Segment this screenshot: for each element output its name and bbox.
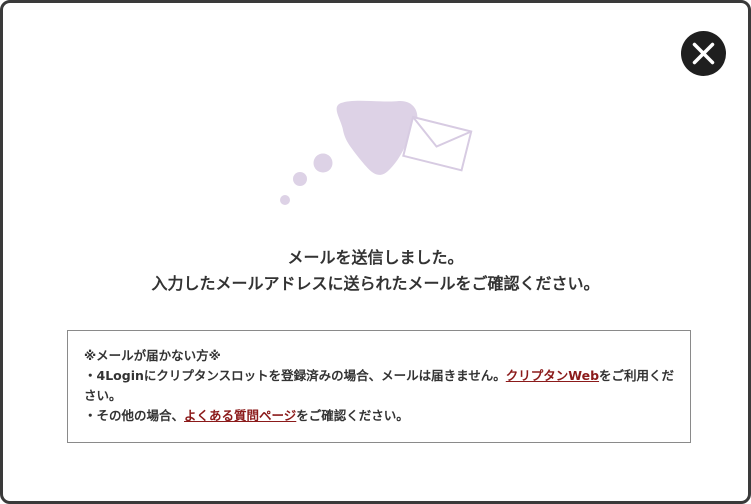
cloud-blob — [336, 100, 418, 175]
faq-page-link[interactable]: よくある質問ページ — [184, 408, 296, 423]
cryptan-web-link[interactable]: クリプタンWeb — [506, 368, 599, 383]
bubble-small — [280, 195, 290, 205]
mail-sent-illustration — [280, 100, 473, 205]
bubble-large — [313, 153, 333, 173]
notice-item-registered: ・4Loginにクリプタンスロットを登録済みの場合、メールは届きません。クリプタ… — [84, 366, 676, 406]
sent-message-line1: メールを送信しました。 — [287, 248, 464, 267]
bubble-medium — [293, 172, 307, 186]
notice-item2-suffix: をご確認ください。 — [296, 408, 409, 423]
notice-box: ※メールが届かない方※ ・4Loginにクリプタンスロットを登録済みの場合、メー… — [67, 330, 691, 443]
notice-item1-text: ・4Loginにクリプタンスロットを登録済みの場合、メールは届きません。 — [84, 368, 506, 383]
sent-message: メールを送信しました。 入力したメールアドレスに送られたメールをご確認ください。 — [3, 245, 748, 297]
mail-sent-modal: メールを送信しました。 入力したメールアドレスに送られたメールをご確認ください。… — [0, 0, 751, 504]
envelope-icon — [402, 115, 473, 172]
notice-item2-text: ・その他の場合、 — [84, 408, 185, 423]
notice-item-other: ・その他の場合、よくある質問ページをご確認ください。 — [84, 406, 676, 426]
close-icon — [692, 42, 715, 65]
notice-heading: ※メールが届かない方※ — [84, 348, 221, 363]
sent-message-line2: 入力したメールアドレスに送られたメールをご確認ください。 — [151, 274, 600, 293]
close-button[interactable] — [681, 31, 726, 76]
